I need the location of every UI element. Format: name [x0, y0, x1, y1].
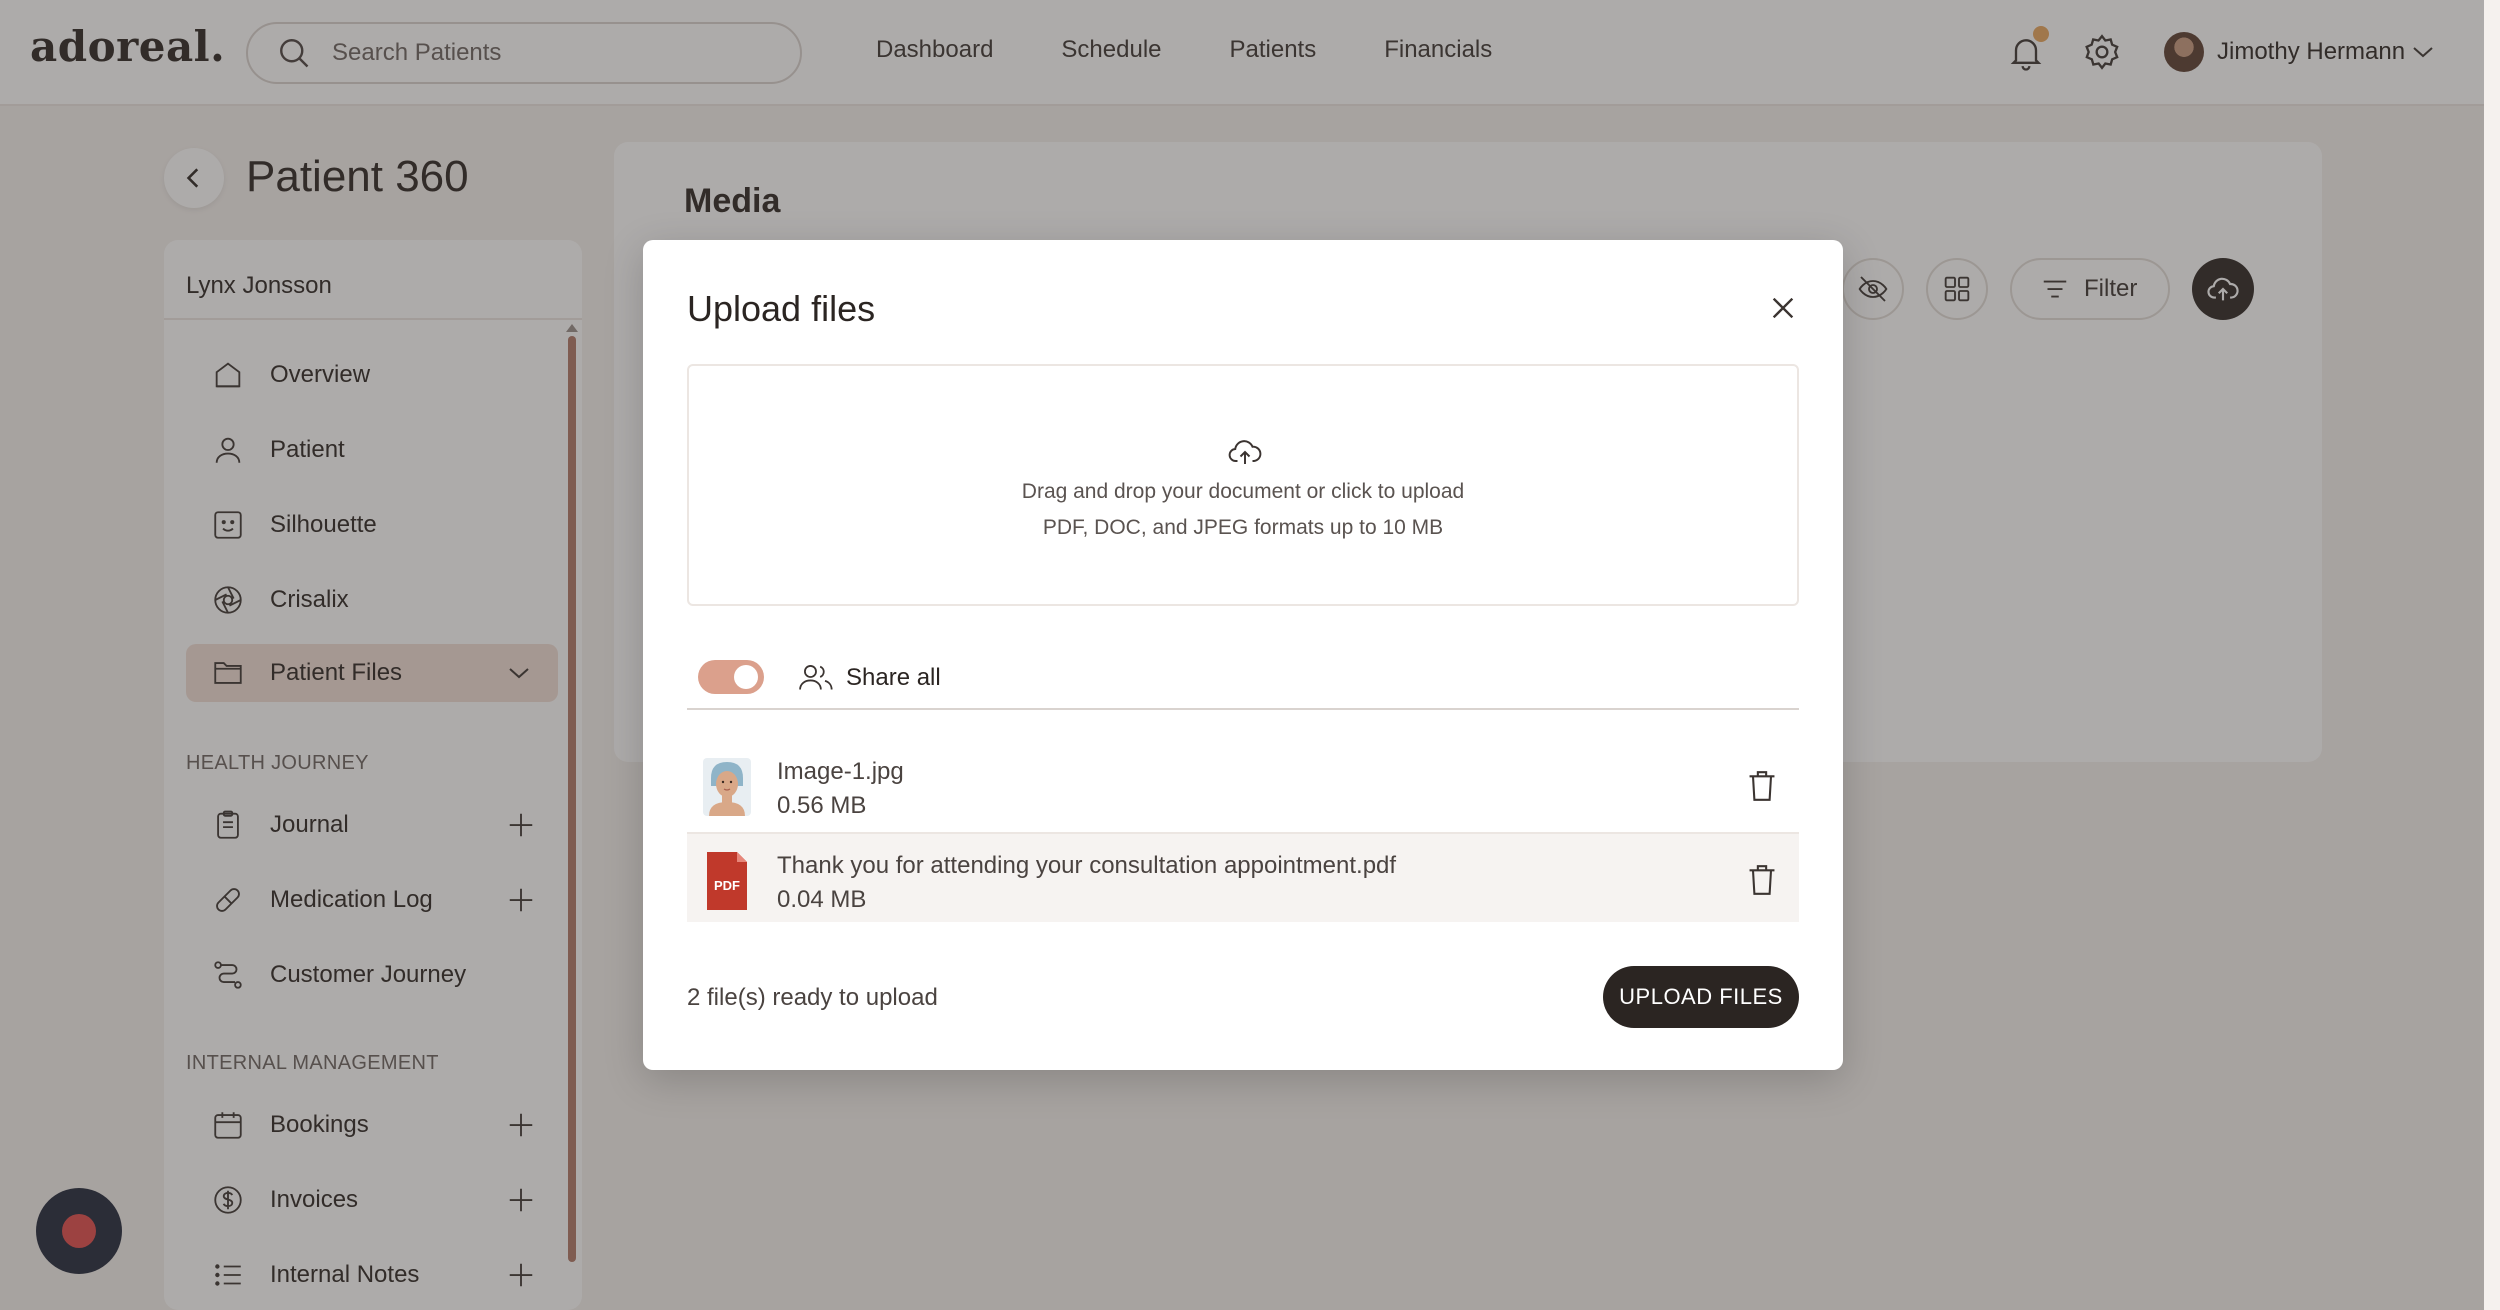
pdf-badge: PDF [714, 878, 740, 893]
file-name: Thank you for attending your consultatio… [777, 852, 1397, 879]
pdf-icon: PDF [703, 852, 751, 910]
file-row: Image-1.jpg 0.56 MB [687, 740, 1799, 830]
file-size: 0.56 MB [777, 792, 867, 819]
file-size: 0.04 MB [777, 886, 867, 913]
file-name: Image-1.jpg [777, 758, 904, 785]
share-all-toggle[interactable] [698, 660, 764, 694]
users-icon [799, 665, 833, 690]
trash-icon[interactable] [1745, 768, 1779, 804]
close-icon[interactable] [1767, 292, 1799, 324]
dropzone-formats: PDF, DOC, and JPEG formats up to 10 MB [1042, 516, 1444, 539]
file-row: PDF Thank you for attending your consult… [687, 832, 1799, 922]
upload-files-button[interactable]: UPLOAD FILES [1603, 966, 1799, 1028]
trash-icon[interactable] [1745, 862, 1779, 898]
upload-status: 2 file(s) ready to upload [687, 984, 938, 1011]
share-all-label: Share all [846, 664, 941, 691]
upload-files-modal: Upload files Drag and drop your document… [643, 240, 1843, 1070]
divider [687, 708, 1799, 710]
modal-title: Upload files [687, 288, 876, 329]
image-thumbnail [703, 758, 751, 816]
window-edge [2484, 0, 2500, 1310]
dropzone-instructions: Drag and drop your document or click to … [1021, 480, 1465, 503]
cloud-upload-icon [1228, 440, 1262, 464]
file-dropzone[interactable]: Drag and drop your document or click to … [687, 364, 1799, 606]
